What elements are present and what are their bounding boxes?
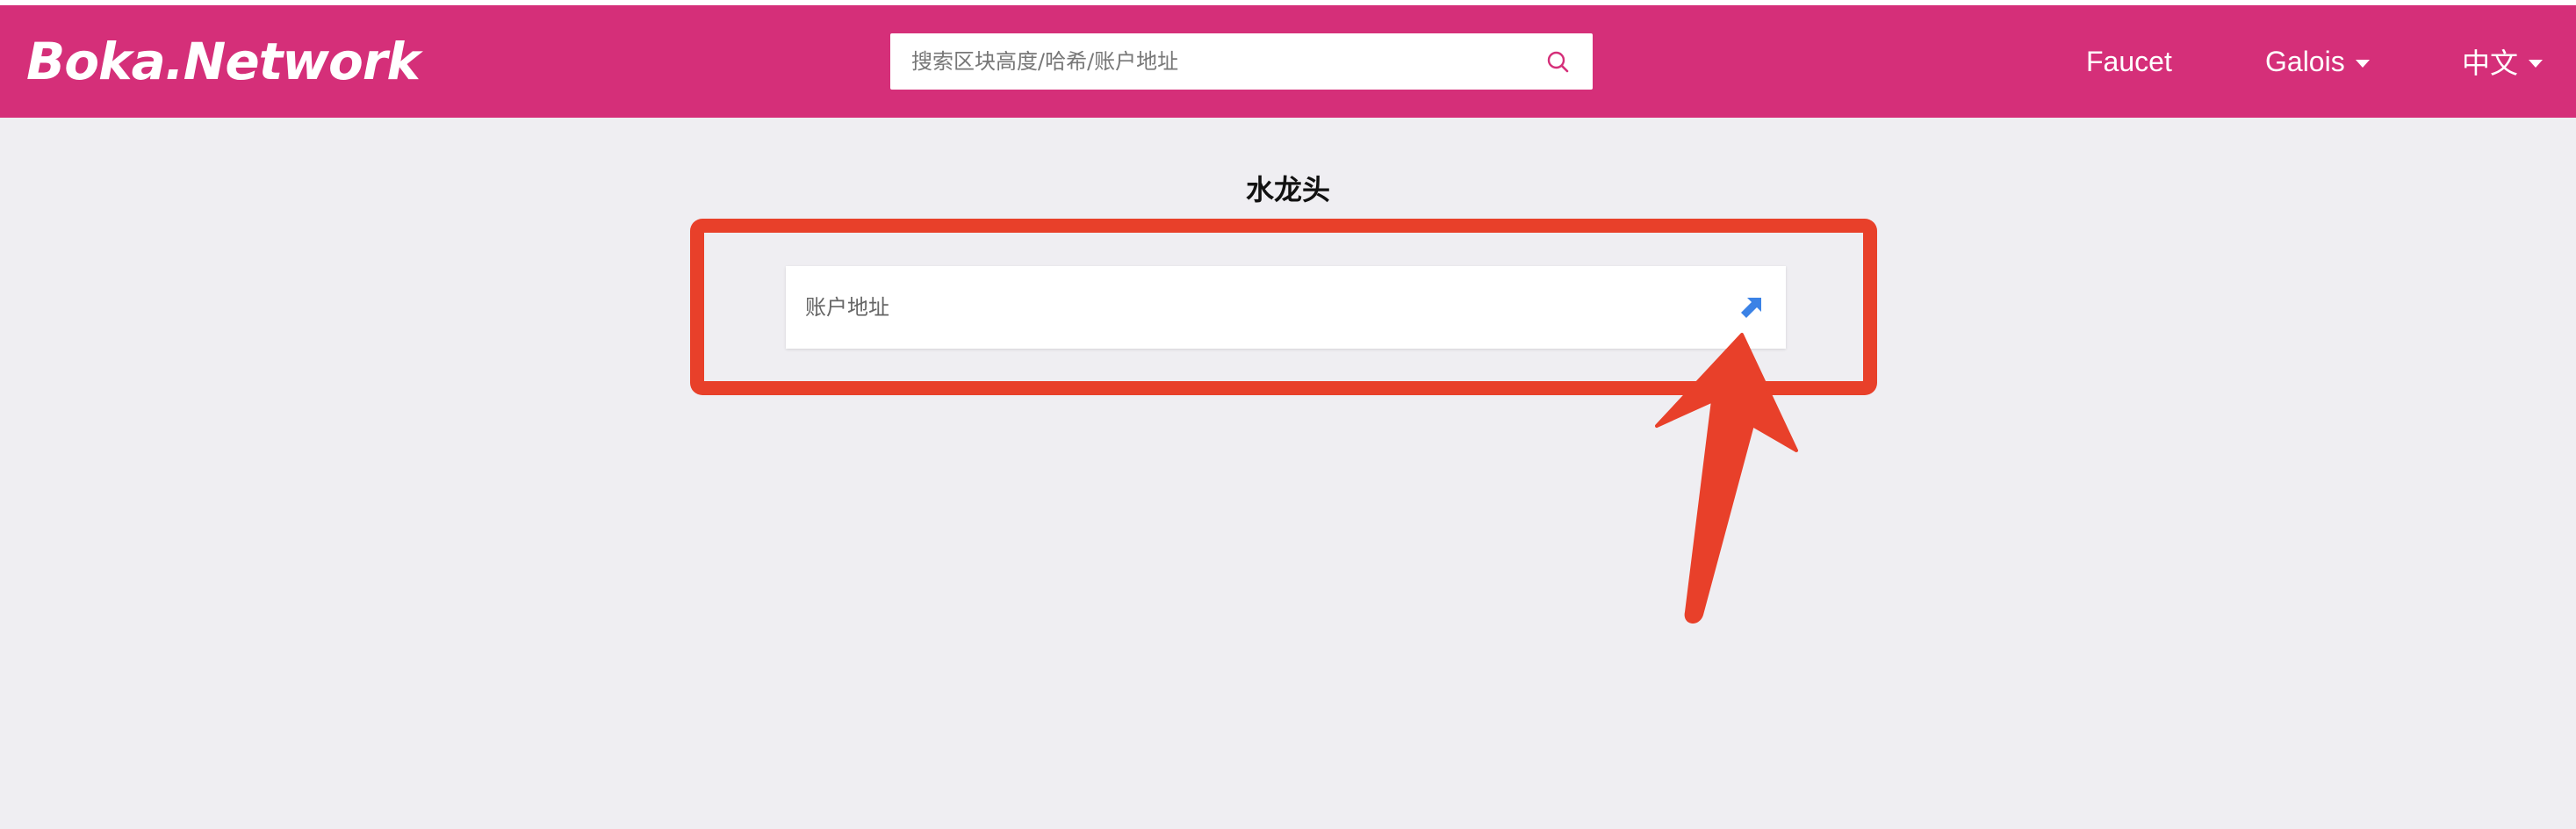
network-dropdown-label: Galois <box>2265 45 2345 77</box>
address-input-card <box>786 266 1786 349</box>
language-dropdown-label: 中文 <box>2462 47 2519 79</box>
arrow-up-right-icon[interactable] <box>1738 294 1765 321</box>
caret-down-icon <box>2529 59 2544 68</box>
annotation-arrow <box>1655 333 1798 624</box>
search-box <box>890 33 1593 90</box>
caret-down-icon <box>2355 59 2370 68</box>
language-dropdown[interactable]: 中文 <box>2462 5 2544 118</box>
search-icon[interactable] <box>1545 49 1572 76</box>
navbar: Boka.Network <box>0 5 2576 118</box>
network-dropdown[interactable]: Galois <box>2265 5 2370 118</box>
page-title: 水龙头 <box>1245 173 1330 206</box>
site-logo[interactable]: Boka.Network <box>26 30 421 93</box>
nav-faucet-label: Faucet <box>2086 45 2172 77</box>
account-address-input[interactable] <box>786 266 1716 349</box>
nav-faucet-link[interactable]: Faucet <box>2086 5 2172 118</box>
search-input[interactable] <box>890 33 1540 90</box>
